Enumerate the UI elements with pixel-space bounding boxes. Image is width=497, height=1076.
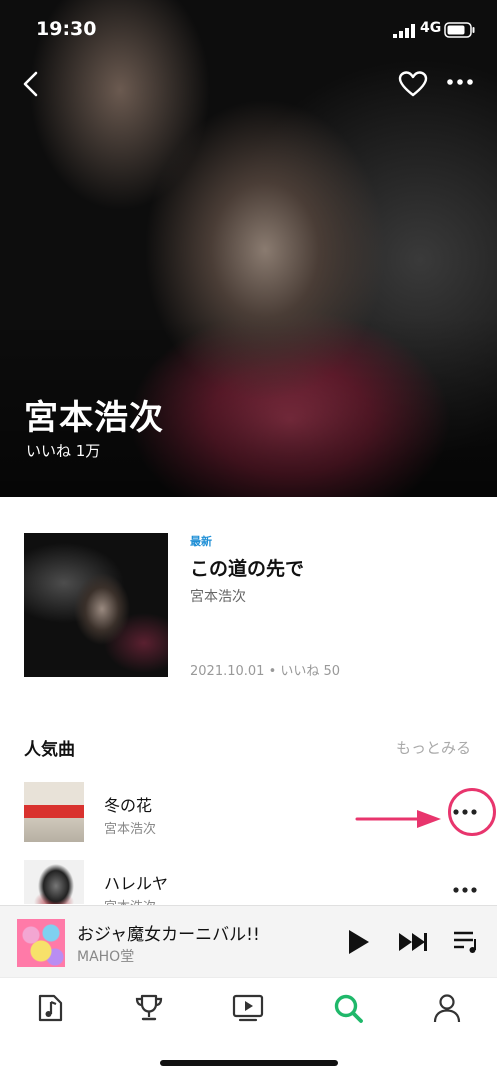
battery-icon	[444, 22, 475, 38]
network-type: 4G	[420, 20, 442, 36]
status-bar: 19:30 4G	[0, 14, 497, 44]
back-icon[interactable]	[20, 70, 44, 98]
next-track-icon[interactable]	[398, 932, 428, 952]
more-options-icon[interactable]	[446, 77, 474, 87]
track-title[interactable]: 冬の花	[104, 792, 152, 816]
track-artist: 宮本浩次	[104, 896, 156, 905]
release-title[interactable]: この道の先で	[190, 554, 304, 581]
track-thumbnail[interactable]	[24, 860, 84, 904]
status-time: 19:30	[36, 18, 97, 40]
latest-badge: 最新	[190, 535, 212, 548]
track-thumbnail[interactable]	[24, 782, 84, 842]
track-title[interactable]: ハレルヤ	[104, 870, 168, 894]
artist-name: 宮本浩次	[24, 398, 164, 438]
music-note-icon[interactable]	[34, 992, 66, 1024]
profile-icon[interactable]	[431, 992, 463, 1024]
release-artist: 宮本浩次	[190, 589, 246, 605]
release-meta: 2021.10.01 • いいね 50	[190, 664, 341, 679]
see-more-link[interactable]: もっとみる	[396, 737, 471, 758]
signal-icon	[393, 24, 415, 38]
now-playing-artist: MAHO堂	[77, 949, 135, 965]
highlight-circle	[448, 788, 496, 836]
popular-section-title: 人気曲	[24, 740, 75, 760]
home-indicator	[160, 1060, 338, 1066]
track-more-icon[interactable]	[452, 886, 478, 894]
search-icon[interactable]	[332, 992, 364, 1024]
now-playing-cover[interactable]	[17, 919, 65, 967]
video-icon[interactable]	[232, 992, 264, 1024]
play-icon[interactable]	[347, 929, 371, 955]
track-artist: 宮本浩次	[104, 822, 157, 837]
now-playing-title[interactable]: おジャ魔女カーニバル!!	[77, 920, 260, 945]
heart-icon[interactable]	[398, 71, 428, 97]
annotation-arrow-icon	[355, 810, 441, 828]
playlist-icon[interactable]	[453, 930, 481, 954]
release-cover[interactable]	[24, 533, 168, 677]
mini-player[interactable]: おジャ魔女カーニバル!! MAHO堂	[0, 905, 497, 977]
trophy-icon[interactable]	[133, 992, 165, 1024]
artist-likes: いいね 1万	[26, 442, 101, 460]
